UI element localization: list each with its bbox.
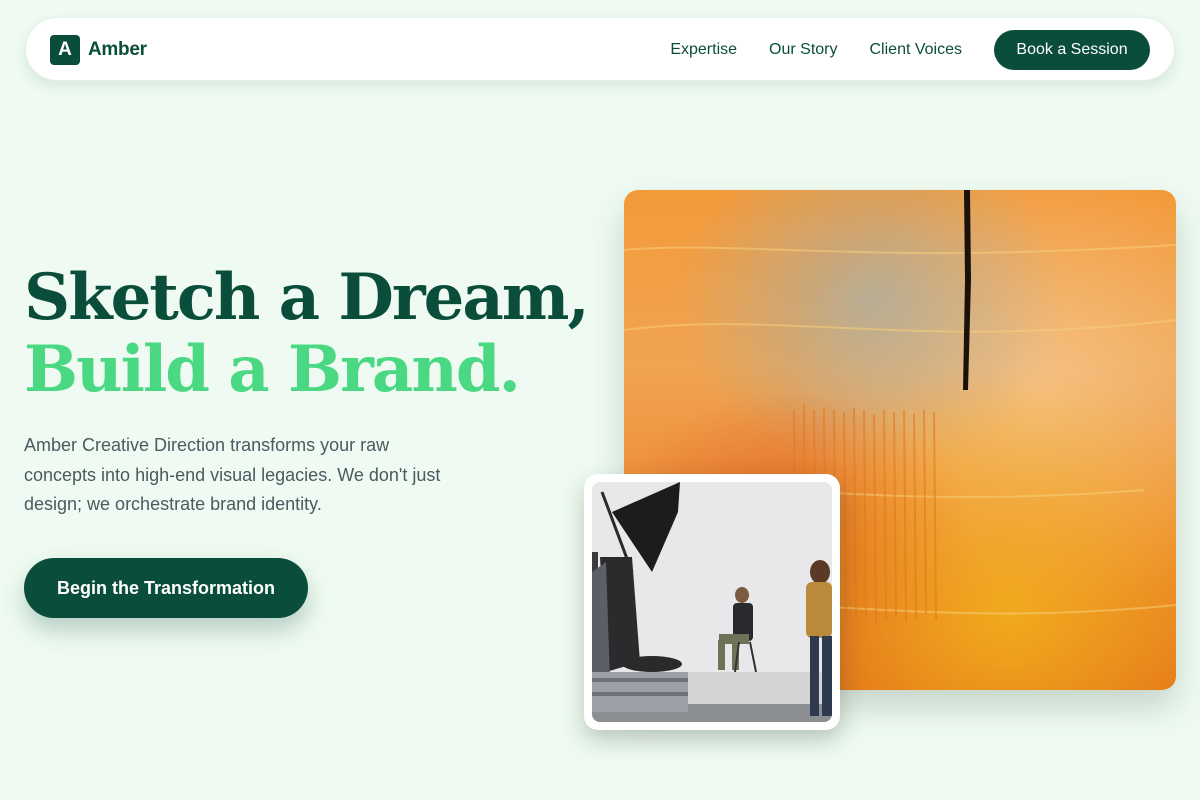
begin-transformation-button[interactable]: Begin the Transformation	[24, 558, 308, 618]
hero-description: Amber Creative Direction transforms your…	[24, 435, 441, 514]
nav-link-expertise[interactable]: Expertise	[670, 41, 737, 59]
navbar: A Amber Expertise Our Story Client Voice…	[25, 17, 1175, 81]
nav-link-client-voices[interactable]: Client Voices	[870, 41, 963, 59]
logo-mark-icon: A	[50, 35, 80, 65]
brand-name: Amber	[88, 39, 147, 60]
hero-title-line1: Sketch a Dream,	[24, 260, 590, 335]
brand-logo[interactable]: A Amber	[50, 34, 147, 66]
nav-links: Expertise Our Story Client Voices	[638, 18, 962, 82]
studio-photo-card	[584, 474, 840, 730]
nav-link-our-story[interactable]: Our Story	[769, 41, 837, 59]
hero-title-line2: Build a Brand.	[24, 332, 521, 407]
hero-title: Sketch a Dream, Build a Brand.	[24, 262, 604, 406]
book-session-button[interactable]: Book a Session	[994, 30, 1150, 70]
studio-photo-image	[592, 482, 832, 722]
